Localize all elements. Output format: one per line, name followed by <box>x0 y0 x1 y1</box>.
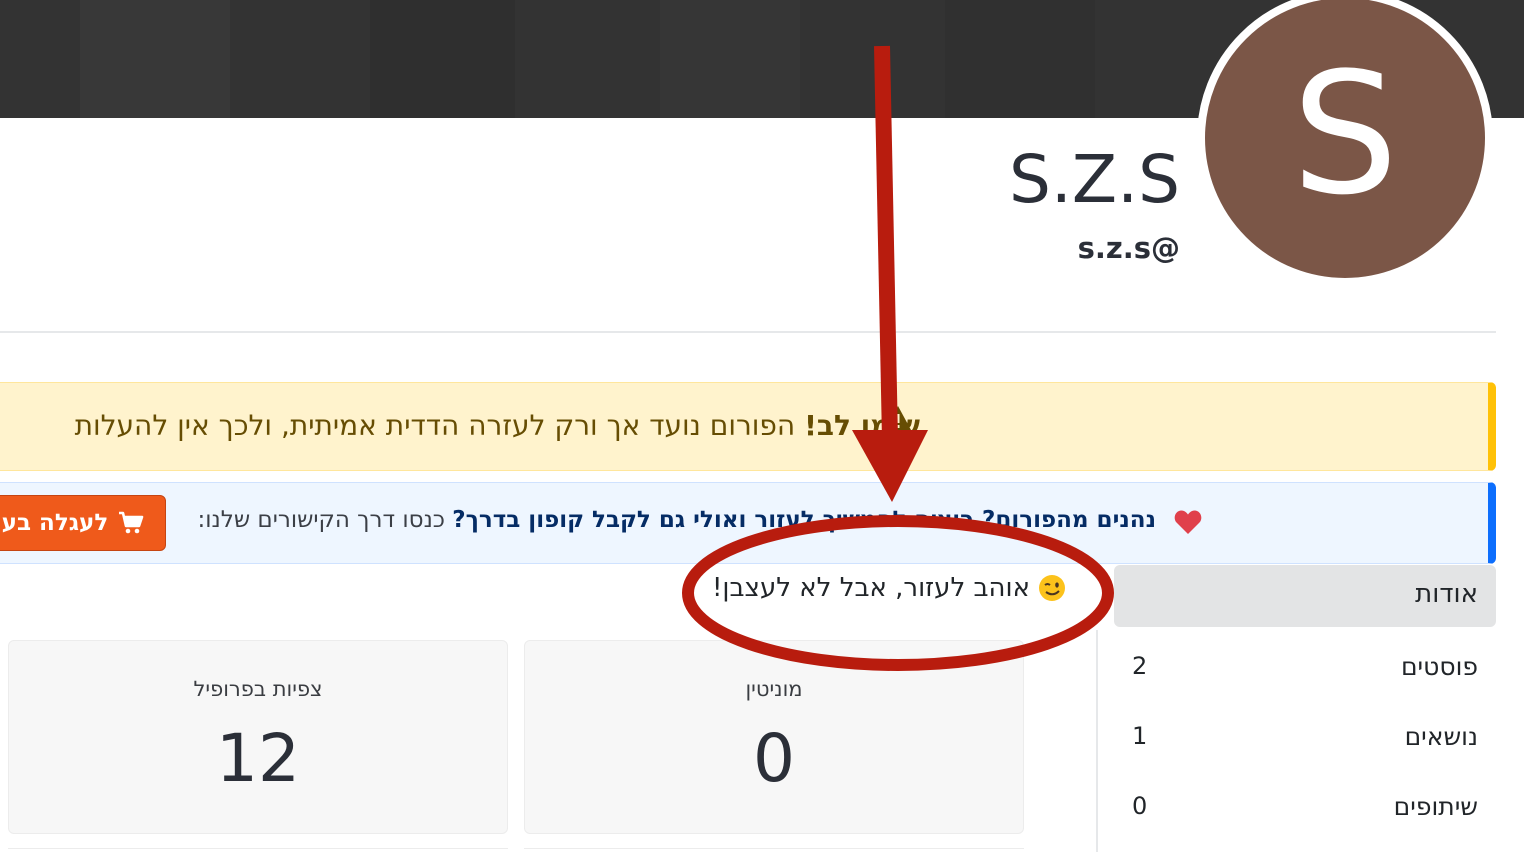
sidebar-about-label: אודות <box>1415 579 1478 609</box>
profile-handle: s.z.s@ <box>1077 231 1180 265</box>
stat-label: שיתופים <box>1393 792 1478 821</box>
bio-text: אוהב לעזור, אבל לא לעצבן! <box>712 573 1030 603</box>
header-divider <box>0 331 1496 333</box>
cover-pattern <box>370 0 515 118</box>
sidebar-about-header[interactable]: אודות <box>1114 565 1496 627</box>
stat-row-shares: שיתופים 0 <box>1114 784 1496 834</box>
stat-label: פוסטים <box>1400 652 1478 681</box>
sidebar-divider <box>1096 630 1098 852</box>
card-title: צפיות בפרופיל <box>193 677 323 701</box>
warning-alert-text: שימו לב! הפורום נועד אך ורק לעזרה הדדית … <box>75 409 920 442</box>
heart-icon <box>1174 510 1202 534</box>
cart-icon <box>119 511 144 534</box>
info-alert-text: נהנים מהפורום? רוצים להמשיך לעזור ואולי … <box>198 507 1156 533</box>
info-alert-strong[interactable]: נהנים מהפורום? רוצים להמשיך לעזור ואולי … <box>452 507 1156 533</box>
reputation-card: מוניטין 0 <box>524 640 1024 834</box>
stat-value: 1 <box>1132 722 1148 750</box>
shop-cart-button[interactable]: לעגלה בעלי <box>0 495 166 551</box>
stat-row-posts: פוסטים 2 <box>1114 644 1496 694</box>
warning-alert-body: הפורום נועד אך ורק לעזרה הדדית אמיתית, ו… <box>74 409 796 442</box>
stat-value: 0 <box>1132 792 1148 820</box>
stat-label: נושאים <box>1404 722 1478 751</box>
shop-button-label: לעגלה בעלי <box>0 510 109 536</box>
profile-bio: אוהב לעזור, אבל לא לעצבן! <box>712 568 1066 608</box>
warning-alert: שימו לב! הפורום נועד אך ורק לעזרה הדדית … <box>0 382 1496 471</box>
cover-pattern <box>80 0 230 118</box>
stat-value: 2 <box>1132 652 1148 680</box>
stat-row-topics: נושאים 1 <box>1114 714 1496 764</box>
card-row-next <box>8 848 508 859</box>
avatar-letter: S <box>1291 36 1399 232</box>
info-alert: נהנים מהפורום? רוצים להמשיך לעזור ואולי … <box>0 482 1496 564</box>
card-title: מוניטין <box>745 677 803 701</box>
wink-emoji-icon <box>1038 575 1065 601</box>
info-alert-body: כנסו דרך הקישורים שלנו: <box>197 507 445 533</box>
warning-icon <box>885 406 911 430</box>
cover-pattern <box>660 0 800 118</box>
card-value: 0 <box>753 720 795 797</box>
card-value: 12 <box>216 720 300 797</box>
avatar[interactable]: S <box>1197 0 1493 286</box>
cover-pattern <box>945 0 1095 118</box>
profile-views-card: צפיות בפרופיל 12 <box>8 640 508 834</box>
card-row-next <box>524 848 1024 859</box>
profile-display-name: S.Z.S <box>1009 141 1180 218</box>
